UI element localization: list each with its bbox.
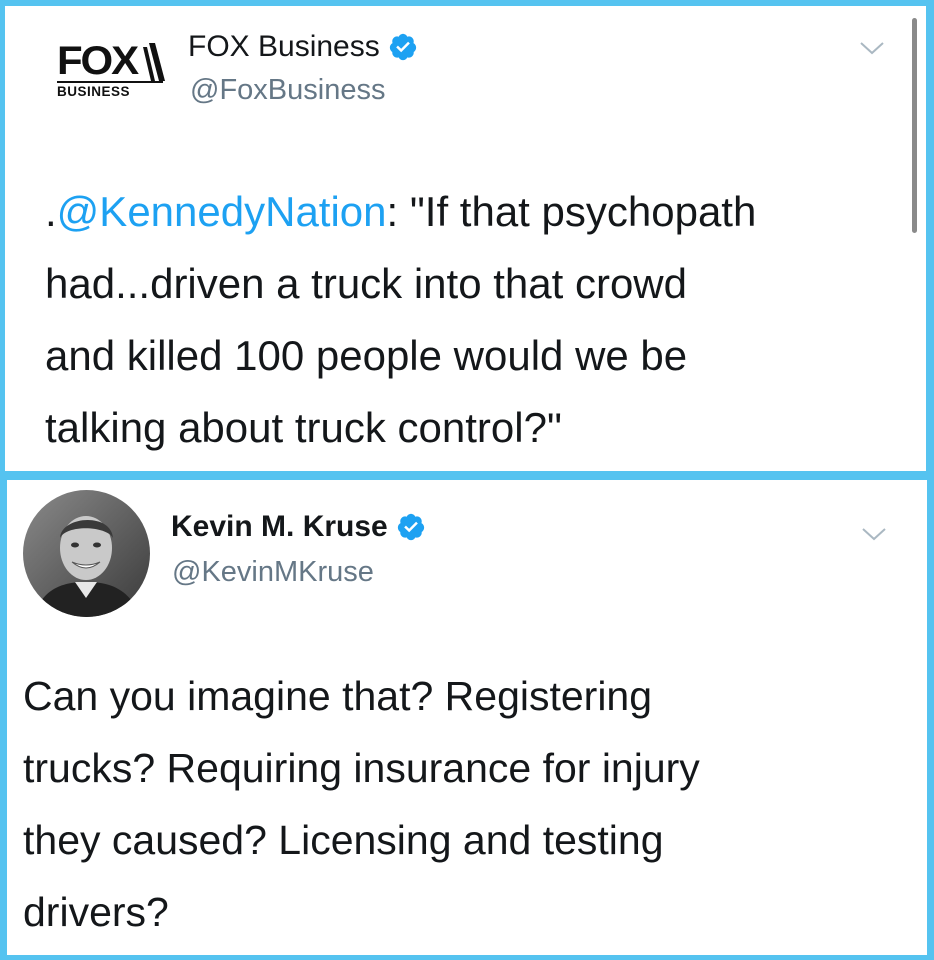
chevron-down-icon[interactable] [858,40,886,56]
tweet-kevin-kruse[interactable]: Kevin M. Kruse @KevinMKruse Can you imag… [7,480,927,955]
author-name-text: Kevin M. Kruse [171,510,388,543]
avatar[interactable] [23,490,150,617]
verified-badge-icon [389,33,416,61]
body-line-4: drivers? [23,889,169,935]
author-handle[interactable]: @KevinMKruse [172,556,374,589]
verified-badge-icon [397,513,424,541]
body-line-2: had...driven a truck into that crowd [45,260,687,307]
body-prefix: . [45,188,57,235]
chevron-down-icon[interactable] [860,526,888,542]
mention-link[interactable]: @KennedyNation [57,188,387,235]
tweet-body: Can you imagine that? Registering trucks… [23,660,700,948]
author-handle[interactable]: @FoxBusiness [190,74,385,107]
body-line-1: Can you imagine that? Registering [23,673,653,719]
body-line-3: and killed 100 people would we be [45,332,688,379]
author-name[interactable]: Kevin M. Kruse [171,510,426,544]
author-name-text: FOX Business [188,30,380,63]
body-line-2: trucks? Requiring insurance for injury [23,745,700,791]
tweet-body: .@KennedyNation: "If that psychopath had… [45,176,756,464]
author-name[interactable]: FOX Business [188,30,418,64]
body-line-1-rest: : "If that psychopath [386,188,757,235]
logo-subtitle: BUSINESS [57,81,163,100]
avatar-photo [23,490,150,617]
body-line-3: they caused? Licensing and testing [23,817,664,863]
body-line-4: talking about truck control?" [45,404,562,451]
body-line-1: .@KennedyNation: "If that psychopath [45,176,756,248]
scrollbar[interactable] [912,18,917,233]
fox-business-logo: FOX BUSINESS [57,41,167,106]
tweet-fox-business[interactable]: FOX BUSINESS FOX Business @FoxBusiness .… [5,6,926,471]
logo-slash-icon [143,43,165,81]
